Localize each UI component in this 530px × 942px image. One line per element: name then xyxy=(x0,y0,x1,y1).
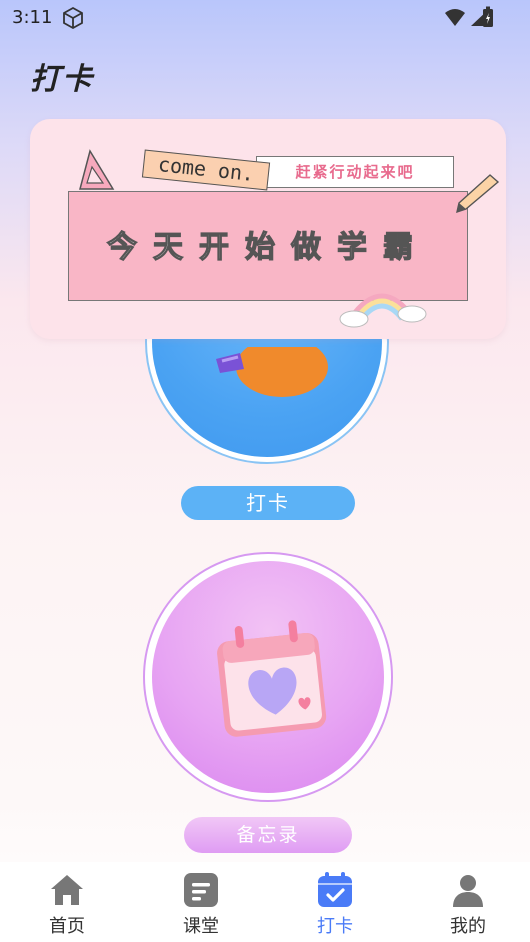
bottom-navigation: 首页 课堂 打卡 我的 xyxy=(0,862,530,942)
page-title: 打卡 xyxy=(30,62,94,97)
nav-item-punch-in[interactable]: 打卡 xyxy=(280,862,390,942)
memo-button[interactable]: 备忘录 xyxy=(184,817,352,853)
nav-label-classroom: 课堂 xyxy=(183,916,219,937)
pencil-icon xyxy=(456,174,500,214)
rainbow-cloud-icon xyxy=(339,293,427,328)
nav-label-punch-in: 打卡 xyxy=(317,916,353,937)
nav-label-home: 首页 xyxy=(49,916,85,937)
user-icon xyxy=(453,875,483,907)
banner-headline: 今天开始做学霸 xyxy=(106,229,429,265)
status-time: 3:11 xyxy=(12,7,53,28)
memo-circle[interactable] xyxy=(143,552,393,802)
status-bar: 3:11 xyxy=(0,0,530,34)
cube-icon xyxy=(63,6,83,30)
nav-item-home[interactable]: 首页 xyxy=(12,862,122,942)
triangle-ruler-icon xyxy=(79,149,115,190)
battery-icon xyxy=(483,6,493,27)
punch-in-button[interactable]: 打卡 xyxy=(181,486,355,520)
home-icon xyxy=(51,875,83,905)
banner-slogan: 赶紧行动起来吧 xyxy=(256,156,454,188)
nav-label-profile: 我的 xyxy=(450,916,486,937)
classroom-icon xyxy=(184,873,218,907)
rocket-icon xyxy=(216,347,328,397)
nav-item-classroom[interactable]: 课堂 xyxy=(146,862,256,942)
calendar-heart-icon xyxy=(217,620,327,737)
motivation-banner: 今天开始做学霸 赶紧行动起来吧 come on. xyxy=(30,119,506,339)
calendar-check-icon xyxy=(318,872,352,907)
banner-come-on-tag: come on. xyxy=(141,149,271,191)
nav-item-profile[interactable]: 我的 xyxy=(413,862,523,942)
